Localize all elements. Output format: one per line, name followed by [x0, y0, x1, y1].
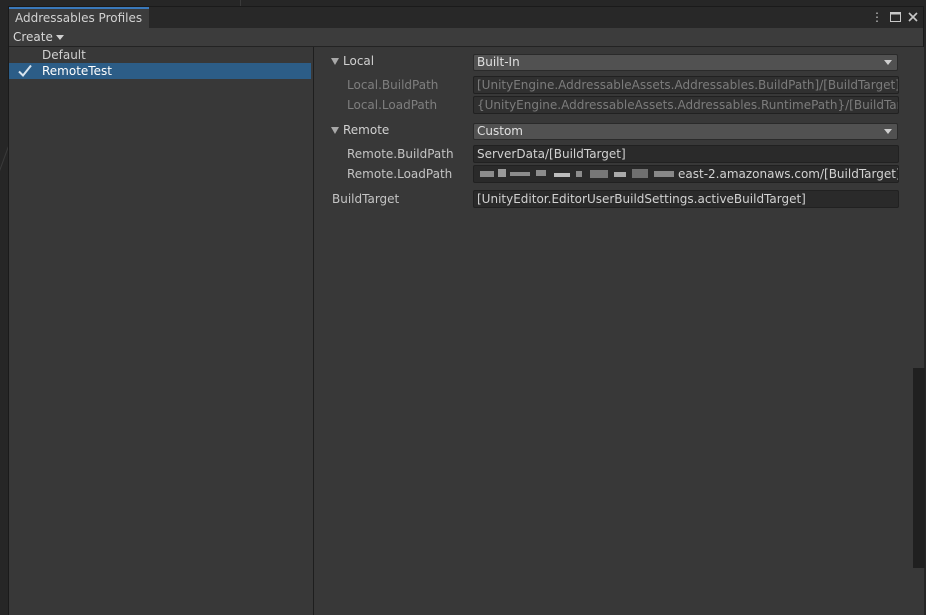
profile-item-remotetest[interactable]: RemoteTest	[9, 63, 311, 79]
scrollbar[interactable]	[913, 368, 925, 568]
maximize-icon[interactable]	[888, 9, 902, 25]
profile-label: Default	[42, 48, 86, 62]
window-titlebar: Addressables Profiles ⋮	[9, 7, 923, 29]
profiles-list: Default RemoteTest	[9, 47, 314, 615]
redacted-url-segment	[480, 168, 680, 180]
local-loadpath-field: {UnityEngine.AddressableAssets.Addressab…	[473, 96, 899, 114]
local-foldout[interactable]: Local	[331, 54, 374, 68]
local-group-label: Local	[343, 54, 375, 68]
tab-addressables-profiles[interactable]: Addressables Profiles	[9, 7, 149, 28]
local-loadpath-label: Local.LoadPath	[347, 98, 438, 112]
remote-group-label: Remote	[343, 123, 390, 137]
chevron-down-icon	[884, 129, 892, 134]
foldout-triangle-icon	[331, 126, 339, 134]
remote-buildpath-label: Remote.BuildPath	[347, 147, 454, 161]
checkmark-icon	[18, 64, 32, 77]
remote-type-value: Custom	[477, 124, 523, 138]
buildtarget-field[interactable]: [UnityEditor.EditorUserBuildSettings.act…	[473, 190, 899, 208]
remote-buildpath-field[interactable]: ServerData/[BuildTarget]	[473, 145, 899, 163]
profile-item-default[interactable]: Default	[9, 47, 311, 63]
remote-loadpath-label: Remote.LoadPath	[347, 167, 453, 181]
close-icon[interactable]	[906, 9, 920, 25]
foldout-triangle-icon	[331, 57, 339, 65]
local-type-dropdown[interactable]: Built-In	[473, 54, 898, 71]
profile-label: RemoteTest	[42, 64, 112, 78]
create-button[interactable]: Create	[9, 28, 68, 46]
local-buildpath-field: [UnityEngine.AddressableAssets.Addressab…	[473, 76, 899, 94]
remote-foldout[interactable]: Remote	[331, 123, 389, 137]
remote-loadpath-field[interactable]: east-2.amazonaws.com/[BuildTarget]	[473, 165, 899, 183]
local-buildpath-label: Local.BuildPath	[347, 78, 439, 92]
buildtarget-label: BuildTarget	[332, 192, 400, 206]
profile-properties: Local Built-In Local.BuildPath [UnityEng…	[313, 47, 924, 615]
kebab-menu-icon[interactable]: ⋮	[870, 9, 884, 25]
remote-loadpath-visible-value: east-2.amazonaws.com/[BuildTarget]	[678, 167, 899, 181]
addressables-profiles-window: Addressables Profiles ⋮ Create Default R…	[8, 6, 924, 615]
create-label: Create	[13, 30, 53, 44]
chevron-down-icon	[55, 34, 64, 40]
local-type-value: Built-In	[477, 55, 520, 69]
remote-type-dropdown[interactable]: Custom	[473, 123, 898, 140]
toolbar: Create	[9, 28, 923, 47]
tab-title: Addressables Profiles	[15, 11, 143, 25]
window-controls: ⋮	[870, 9, 920, 25]
chevron-down-icon	[884, 60, 892, 65]
